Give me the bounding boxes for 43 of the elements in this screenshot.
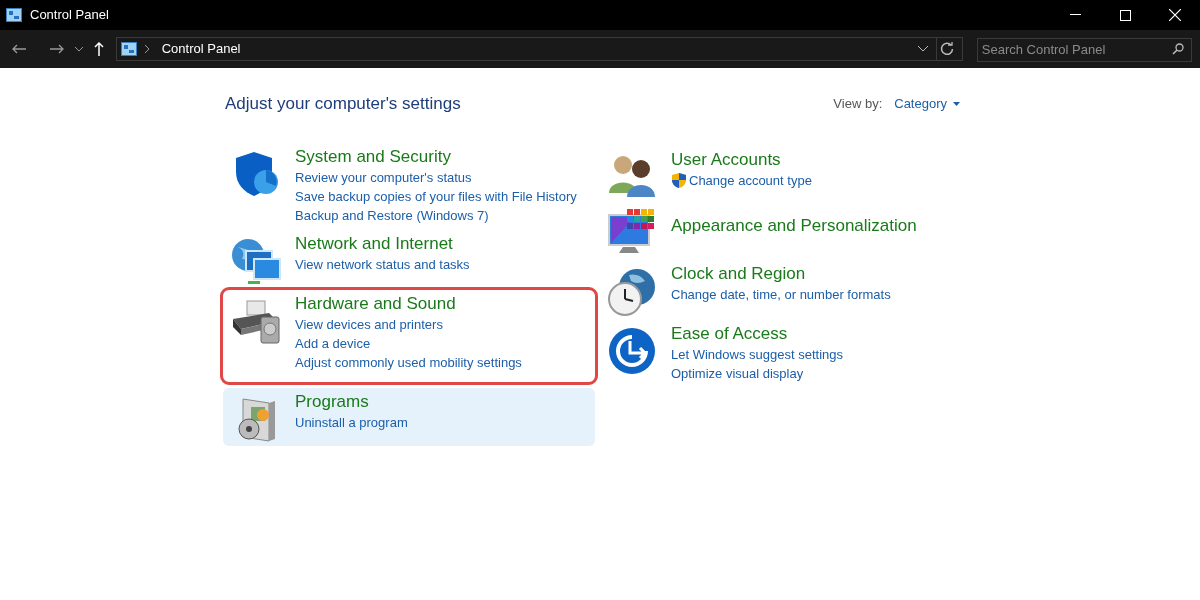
task-link[interactable]: Backup and Restore (Windows 7) (295, 205, 489, 225)
minimize-icon (1069, 14, 1081, 16)
view-by-label: View by: (833, 95, 883, 113)
category-link[interactable]: Appearance and Personalization (671, 214, 917, 237)
task-link[interactable]: Add a device (295, 333, 371, 353)
task-link[interactable]: Change account type (689, 170, 812, 190)
task-link[interactable]: Save backup copies of your files with File History (295, 186, 577, 206)
breadcrumb[interactable]: Control Panel (161, 39, 910, 59)
category-link[interactable]: Programs (295, 390, 408, 413)
close-icon (1169, 9, 1181, 21)
category-link[interactable]: System and Security (295, 145, 577, 168)
globe-monitor-icon (230, 236, 282, 285)
control-panel-icon (120, 42, 137, 56)
category-link[interactable]: Network and Internet (295, 232, 470, 255)
task-link[interactable]: Adjust commonly used mobility settings (295, 352, 522, 372)
task-link[interactable]: Change date, time, or number formats (671, 284, 891, 304)
category-link[interactable]: Clock and Region (671, 262, 891, 285)
window-title: Control Panel (30, 6, 109, 25)
task-link[interactable]: Uninstall a program (295, 412, 408, 432)
task-link[interactable]: View network status and tasks (295, 254, 470, 274)
category-link[interactable]: Ease of Access (671, 322, 843, 345)
accessibility-icon (608, 326, 656, 375)
category-link[interactable]: Hardware and Sound (295, 292, 522, 315)
search-field[interactable]: Search Control Panel (976, 37, 1192, 62)
dropdown-icon[interactable] (917, 46, 928, 52)
chevron-icon (144, 45, 150, 53)
category-link[interactable]: User Accounts (671, 148, 812, 171)
view-by-dropdown[interactable]: Category (894, 94, 960, 114)
back-arrow-icon (11, 44, 26, 54)
globe-clock-icon (607, 266, 657, 317)
task-link[interactable]: Review your computer's status (295, 167, 472, 187)
control-panel-icon (6, 8, 22, 22)
address-bar[interactable]: Control Panel (115, 37, 963, 61)
page-heading: Adjust your computer's settings (225, 93, 461, 115)
maximize-icon (1119, 9, 1131, 21)
up-arrow-icon (93, 42, 104, 56)
task-link[interactable]: Let Windows suggest settings (671, 344, 843, 364)
caret-icon (953, 101, 960, 106)
task-link[interactable]: View devices and printers (295, 314, 443, 334)
forward-arrow-icon (49, 44, 64, 54)
task-link[interactable]: Optimize visual display (671, 363, 804, 383)
search-icon (1172, 43, 1184, 55)
chevron-down-icon (74, 46, 83, 52)
